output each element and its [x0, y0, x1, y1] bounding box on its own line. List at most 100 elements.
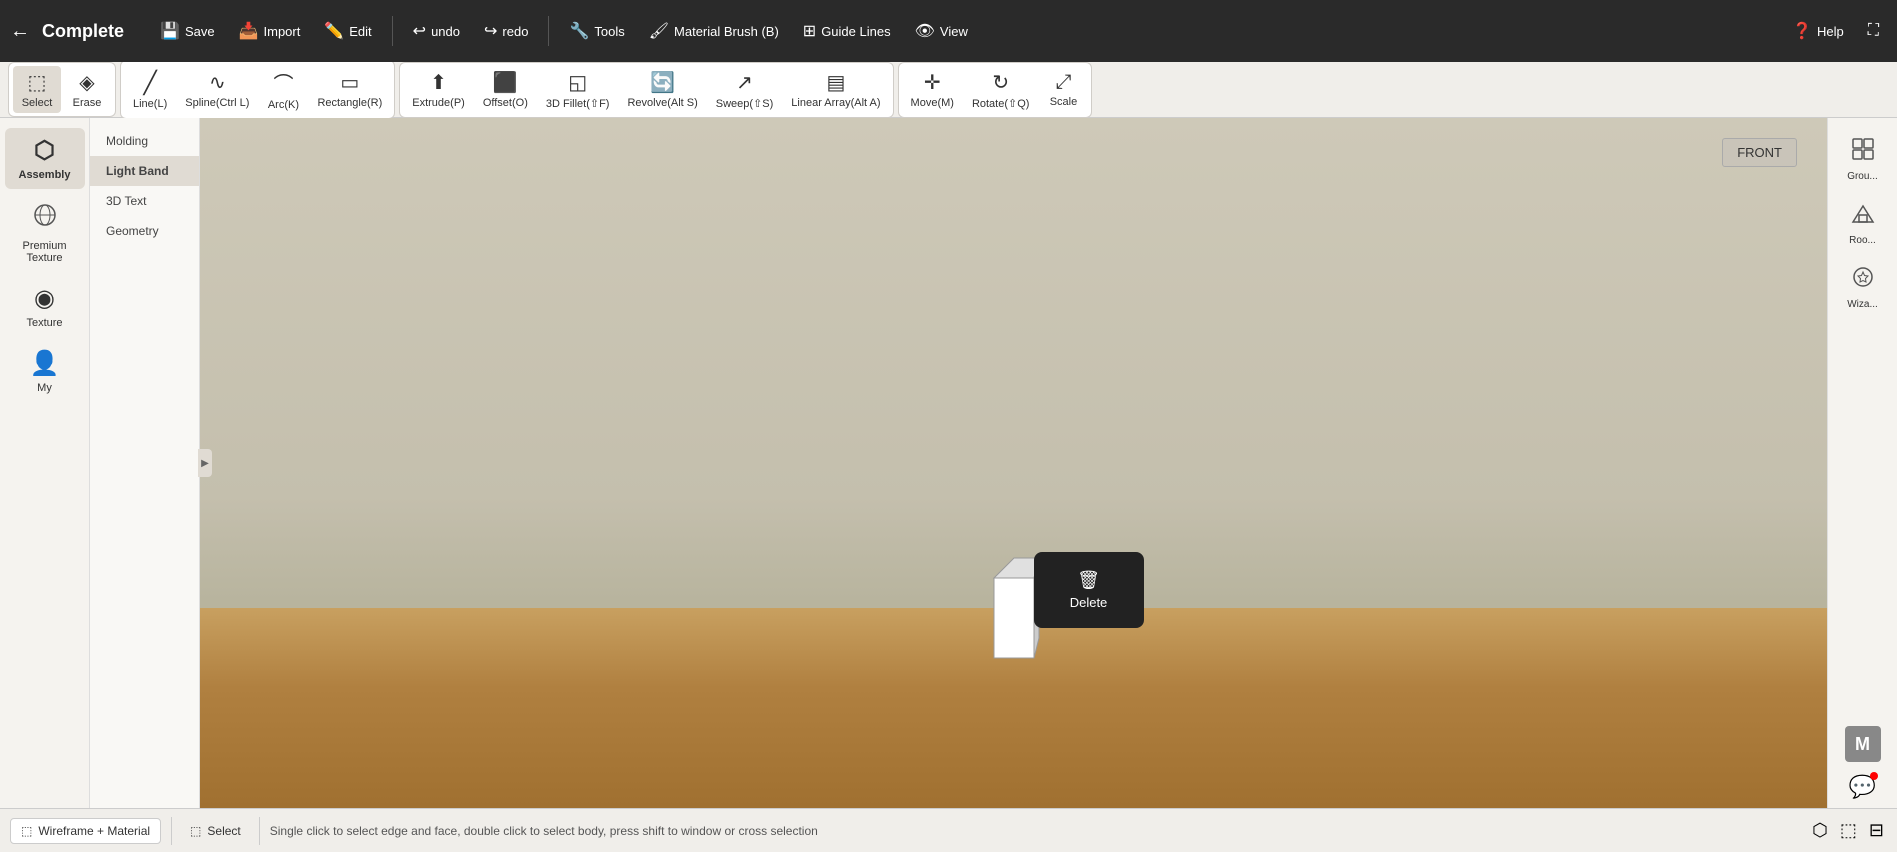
select-erase-group: ⬚ Select ◈ Erase: [8, 62, 116, 117]
scale-tool[interactable]: ⤢ Scale: [1039, 67, 1087, 112]
arc-icon: ⌒: [273, 68, 293, 97]
view-button[interactable]: 👁 View: [907, 16, 976, 46]
redo-icon: ↪: [484, 21, 497, 41]
import-icon: 📥: [239, 21, 259, 41]
linear-array-tool[interactable]: ▤ Linear Array(Alt A): [783, 66, 888, 113]
undo-icon: ↩: [413, 21, 426, 41]
assembly-icon: ⬡: [34, 136, 55, 165]
fillet3d-icon: ◱: [568, 70, 587, 95]
chat-button[interactable]: 💬: [1849, 774, 1876, 800]
premium-texture-icon: [31, 201, 59, 236]
group-icon: [1850, 136, 1876, 168]
status-hint: Single click to select edge and face, do…: [270, 824, 1799, 838]
solid-group: ⬆ Extrude(P) ⬛ Offset(O) ◱ 3D Fillet(⇧F)…: [399, 62, 893, 118]
viewport[interactable]: FRONT 🗑 Delete: [200, 118, 1827, 808]
help-button[interactable]: ❓ Help: [1784, 16, 1852, 46]
topbar-right: ❓ Help ⛶: [1784, 16, 1887, 46]
material-brush-button[interactable]: 🖌 Material Brush (B): [641, 16, 787, 46]
move-icon: ✛: [924, 70, 941, 95]
right-item-group[interactable]: Grou...: [1831, 128, 1895, 190]
delete-menu-item[interactable]: 🗑 Delete: [1034, 560, 1144, 620]
select-icon: ⬚: [28, 70, 47, 95]
right-item-wizard[interactable]: Wiza...: [1831, 256, 1895, 318]
erase-icon: ◈: [79, 70, 94, 95]
bottom-icon-2d[interactable]: ⬚: [1837, 817, 1860, 844]
fillet3d-tool[interactable]: ◱ 3D Fillet(⇧F): [538, 66, 618, 114]
offset-tool[interactable]: ⬛ Offset(O): [475, 66, 536, 113]
topbar: ← Complete 💾 Save 📥 Import ✏️ Edit ↩ und…: [0, 0, 1897, 62]
back-button[interactable]: ←: [10, 20, 30, 43]
linear-array-icon: ▤: [826, 70, 845, 95]
bottom-separator-2: [259, 817, 260, 845]
save-icon: 💾: [160, 21, 180, 41]
undo-button[interactable]: ↩ undo: [405, 16, 468, 46]
sidebar-item-assembly[interactable]: ⬡ Assembly: [5, 128, 85, 189]
topbar-separator: [392, 16, 393, 46]
extrude-tool[interactable]: ⬆ Extrude(P): [404, 66, 473, 113]
texture-icon: ◉: [34, 284, 55, 313]
rectangle-icon: ▭: [340, 70, 359, 95]
molding-item-molding[interactable]: Molding: [90, 126, 199, 156]
edit-button[interactable]: ✏️ Edit: [316, 16, 379, 46]
app-title: Complete: [42, 21, 124, 42]
right-panel: Grou... Roo... Wiza... M: [1827, 118, 1897, 808]
guide-lines-icon: ⊞: [803, 21, 816, 41]
spline-icon: ∿: [209, 70, 226, 95]
chat-notification-dot: [1870, 772, 1878, 780]
bottom-select-button[interactable]: ⬚ Select: [182, 819, 249, 843]
fullscreen-icon: ⛶: [1868, 22, 1879, 40]
molding-item-light-band[interactable]: Light Band: [90, 156, 199, 186]
import-button[interactable]: 📥 Import: [231, 16, 309, 46]
wireframe-mode-button[interactable]: ⬚ Wireframe + Material: [10, 818, 161, 844]
save-button[interactable]: 💾 Save: [152, 16, 223, 46]
sidebar-item-my[interactable]: 👤 My: [5, 341, 85, 402]
sidebar-item-premium-texture[interactable]: Premium Texture: [5, 193, 85, 272]
topbar-separator-2: [548, 16, 549, 46]
tools-icon: 🔧: [569, 21, 589, 41]
revolve-icon: 🔄: [650, 70, 675, 95]
molding-item-3d-text[interactable]: 3D Text: [90, 186, 199, 216]
bottom-select-icon: ⬚: [190, 824, 201, 838]
wizard-icon: [1850, 264, 1876, 296]
molding-item-geometry[interactable]: Geometry: [90, 216, 199, 246]
viewport-front-label: FRONT: [1722, 138, 1797, 167]
bottombar: ⬚ Wireframe + Material ⬚ Select Single c…: [0, 808, 1897, 852]
rotate-tool[interactable]: ↻ Rotate(⇧Q): [964, 66, 1038, 114]
material-brush-icon: 🖌: [649, 21, 669, 41]
m-badge: M: [1845, 726, 1881, 762]
rotate-icon: ↻: [992, 70, 1009, 95]
help-icon: ❓: [1792, 21, 1812, 41]
revolve-tool[interactable]: 🔄 Revolve(Alt S): [619, 66, 705, 113]
offset-icon: ⬛: [493, 70, 518, 95]
molding-panel: Molding Light Band 3D Text Geometry: [90, 118, 200, 808]
rectangle-tool[interactable]: ▭ Rectangle(R): [309, 66, 390, 113]
line-icon: ╱: [144, 70, 157, 96]
my-icon: 👤: [30, 349, 60, 378]
right-item-room[interactable]: Roo...: [1831, 192, 1895, 254]
view-icon: 👁: [915, 21, 935, 41]
draw-group: ╱ Line(L) ∿ Spline(Ctrl L) ⌒ Arc(K) ▭ Re…: [120, 60, 395, 119]
main-area: ⬡ Assembly Premium Texture ◉ Texture 👤 M…: [0, 118, 1897, 808]
scale-icon: ⤢: [1055, 71, 1071, 94]
redo-button[interactable]: ↪ redo: [476, 16, 536, 46]
extrude-icon: ⬆: [430, 70, 447, 95]
bottom-right-icons: ⬡ ⬚ ⊟: [1809, 817, 1887, 844]
bottom-icon-3d[interactable]: ⬡: [1809, 817, 1831, 844]
erase-tool[interactable]: ◈ Erase: [63, 66, 111, 113]
move-tool[interactable]: ✛ Move(M): [903, 66, 962, 113]
wireframe-mode-icon: ⬚: [21, 824, 32, 838]
spline-tool[interactable]: ∿ Spline(Ctrl L): [177, 66, 257, 113]
fullscreen-button[interactable]: ⛶: [1860, 17, 1887, 45]
sweep-icon: ↗: [736, 70, 753, 95]
line-tool[interactable]: ╱ Line(L): [125, 66, 175, 114]
tools-button[interactable]: 🔧 Tools: [561, 16, 632, 46]
transform-group: ✛ Move(M) ↻ Rotate(⇧Q) ⤢ Scale: [898, 62, 1093, 118]
bottom-icon-layout[interactable]: ⊟: [1866, 817, 1887, 844]
guide-lines-button[interactable]: ⊞ Guide Lines: [795, 16, 899, 46]
sidebar-item-texture[interactable]: ◉ Texture: [5, 276, 85, 337]
select-tool[interactable]: ⬚ Select: [13, 66, 61, 113]
sweep-tool[interactable]: ↗ Sweep(⇧S): [708, 66, 782, 114]
sidebar-collapse-arrow[interactable]: ▶: [198, 449, 212, 477]
edit-icon: ✏️: [324, 21, 344, 41]
arc-tool[interactable]: ⌒ Arc(K): [259, 64, 307, 115]
